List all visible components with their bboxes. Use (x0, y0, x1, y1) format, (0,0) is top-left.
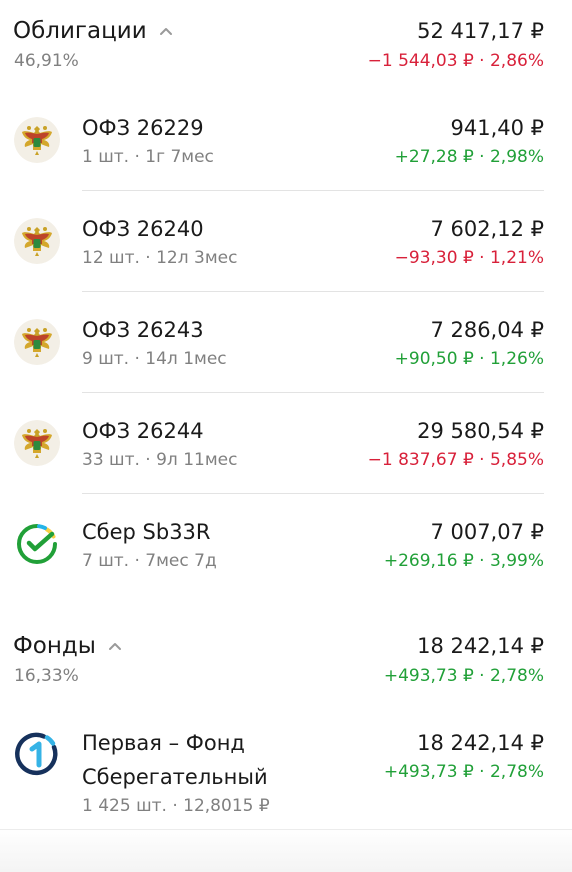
asset-details: 1 425 шт. · 12,8015 ₽ (82, 796, 270, 816)
asset-change: +27,28 ₽ · 2,98% (394, 147, 544, 167)
asset-details: 33 шт. · 9л 11мес (82, 450, 238, 470)
bottom-bar-edge (0, 828, 572, 872)
asset-value: 7 286,04 ₽ (430, 318, 544, 342)
russian-emblem-icon (14, 218, 60, 264)
list-item-sber-sb33r[interactable]: Сбер Sb33R 7 шт. · 7мес 7д 7 007,07 ₽ +2… (0, 504, 572, 605)
asset-name-line1: Первая – Фонд (82, 731, 245, 755)
list-item-ofz-26244[interactable]: ОФЗ 26244 33 шт. · 9л 11мес 29 580,54 ₽ … (0, 403, 572, 504)
funds-total-change: +493,73 ₽ · 2,78% (383, 666, 544, 686)
asset-value: 7 007,07 ₽ (430, 520, 544, 544)
chevron-up-icon[interactable] (159, 24, 173, 38)
divider (82, 190, 544, 191)
asset-change: +90,50 ₽ · 1,26% (394, 349, 544, 369)
pervaya-logo-icon (14, 731, 60, 777)
divider (82, 291, 544, 292)
asset-value: 7 602,12 ₽ (430, 217, 544, 241)
funds-total-value: 18 242,14 ₽ (417, 634, 544, 658)
asset-name: ОФЗ 26229 (82, 116, 204, 140)
asset-name: Сбер Sb33R (82, 520, 211, 544)
funds-title: Фонды (13, 633, 96, 659)
asset-change: +269,16 ₽ · 3,99% (383, 551, 544, 571)
asset-value: 18 242,14 ₽ (417, 731, 544, 755)
asset-details: 9 шт. · 14л 1мес (82, 349, 227, 369)
russian-emblem-icon (14, 117, 60, 163)
sber-logo-icon (14, 521, 60, 567)
divider (82, 493, 544, 494)
asset-change: −93,30 ₽ · 1,21% (394, 248, 544, 268)
bonds-title: Облигации (13, 18, 147, 44)
divider (0, 829, 572, 830)
list-item-pervaya-fund[interactable]: Первая – Фонд Сберегательный 1 425 шт. ·… (0, 715, 572, 825)
russian-emblem-icon (14, 420, 60, 466)
asset-change: −1 837,67 ₽ · 5,85% (367, 450, 544, 470)
asset-name: ОФЗ 26243 (82, 318, 204, 342)
asset-name-line2: Сберегательный (82, 765, 268, 789)
funds-section-header[interactable]: Фонды 16,33% 18 242,14 ₽ +493,73 ₽ · 2,7… (0, 631, 572, 691)
bonds-section-header[interactable]: Облигации 46,91% 52 417,17 ₽ −1 544,03 ₽… (0, 16, 572, 76)
asset-details: 1 шт. · 1г 7мес (82, 147, 214, 167)
list-item-ofz-26243[interactable]: ОФЗ 26243 9 шт. · 14л 1мес 7 286,04 ₽ +9… (0, 302, 572, 403)
asset-details: 7 шт. · 7мес 7д (82, 551, 217, 571)
bonds-total-value: 52 417,17 ₽ (417, 19, 544, 43)
bonds-percent: 46,91% (14, 51, 79, 71)
list-item-ofz-26240[interactable]: ОФЗ 26240 12 шт. · 12л 3мес 7 602,12 ₽ −… (0, 201, 572, 302)
bonds-total-change: −1 544,03 ₽ · 2,86% (367, 51, 544, 71)
asset-details: 12 шт. · 12л 3мес (82, 248, 238, 268)
chevron-up-icon[interactable] (108, 639, 122, 653)
asset-value: 29 580,54 ₽ (417, 419, 544, 443)
asset-value: 941,40 ₽ (450, 116, 544, 140)
asset-change: +493,73 ₽ · 2,78% (383, 762, 544, 782)
russian-emblem-icon (14, 319, 60, 365)
asset-name: ОФЗ 26240 (82, 217, 204, 241)
asset-name: ОФЗ 26244 (82, 419, 204, 443)
list-item-ofz-26229[interactable]: ОФЗ 26229 1 шт. · 1г 7мес 941,40 ₽ +27,2… (0, 100, 572, 201)
funds-percent: 16,33% (14, 666, 79, 686)
bonds-title-wrap: Облигации (13, 16, 173, 46)
funds-title-wrap: Фонды (13, 631, 122, 661)
divider (82, 392, 544, 393)
